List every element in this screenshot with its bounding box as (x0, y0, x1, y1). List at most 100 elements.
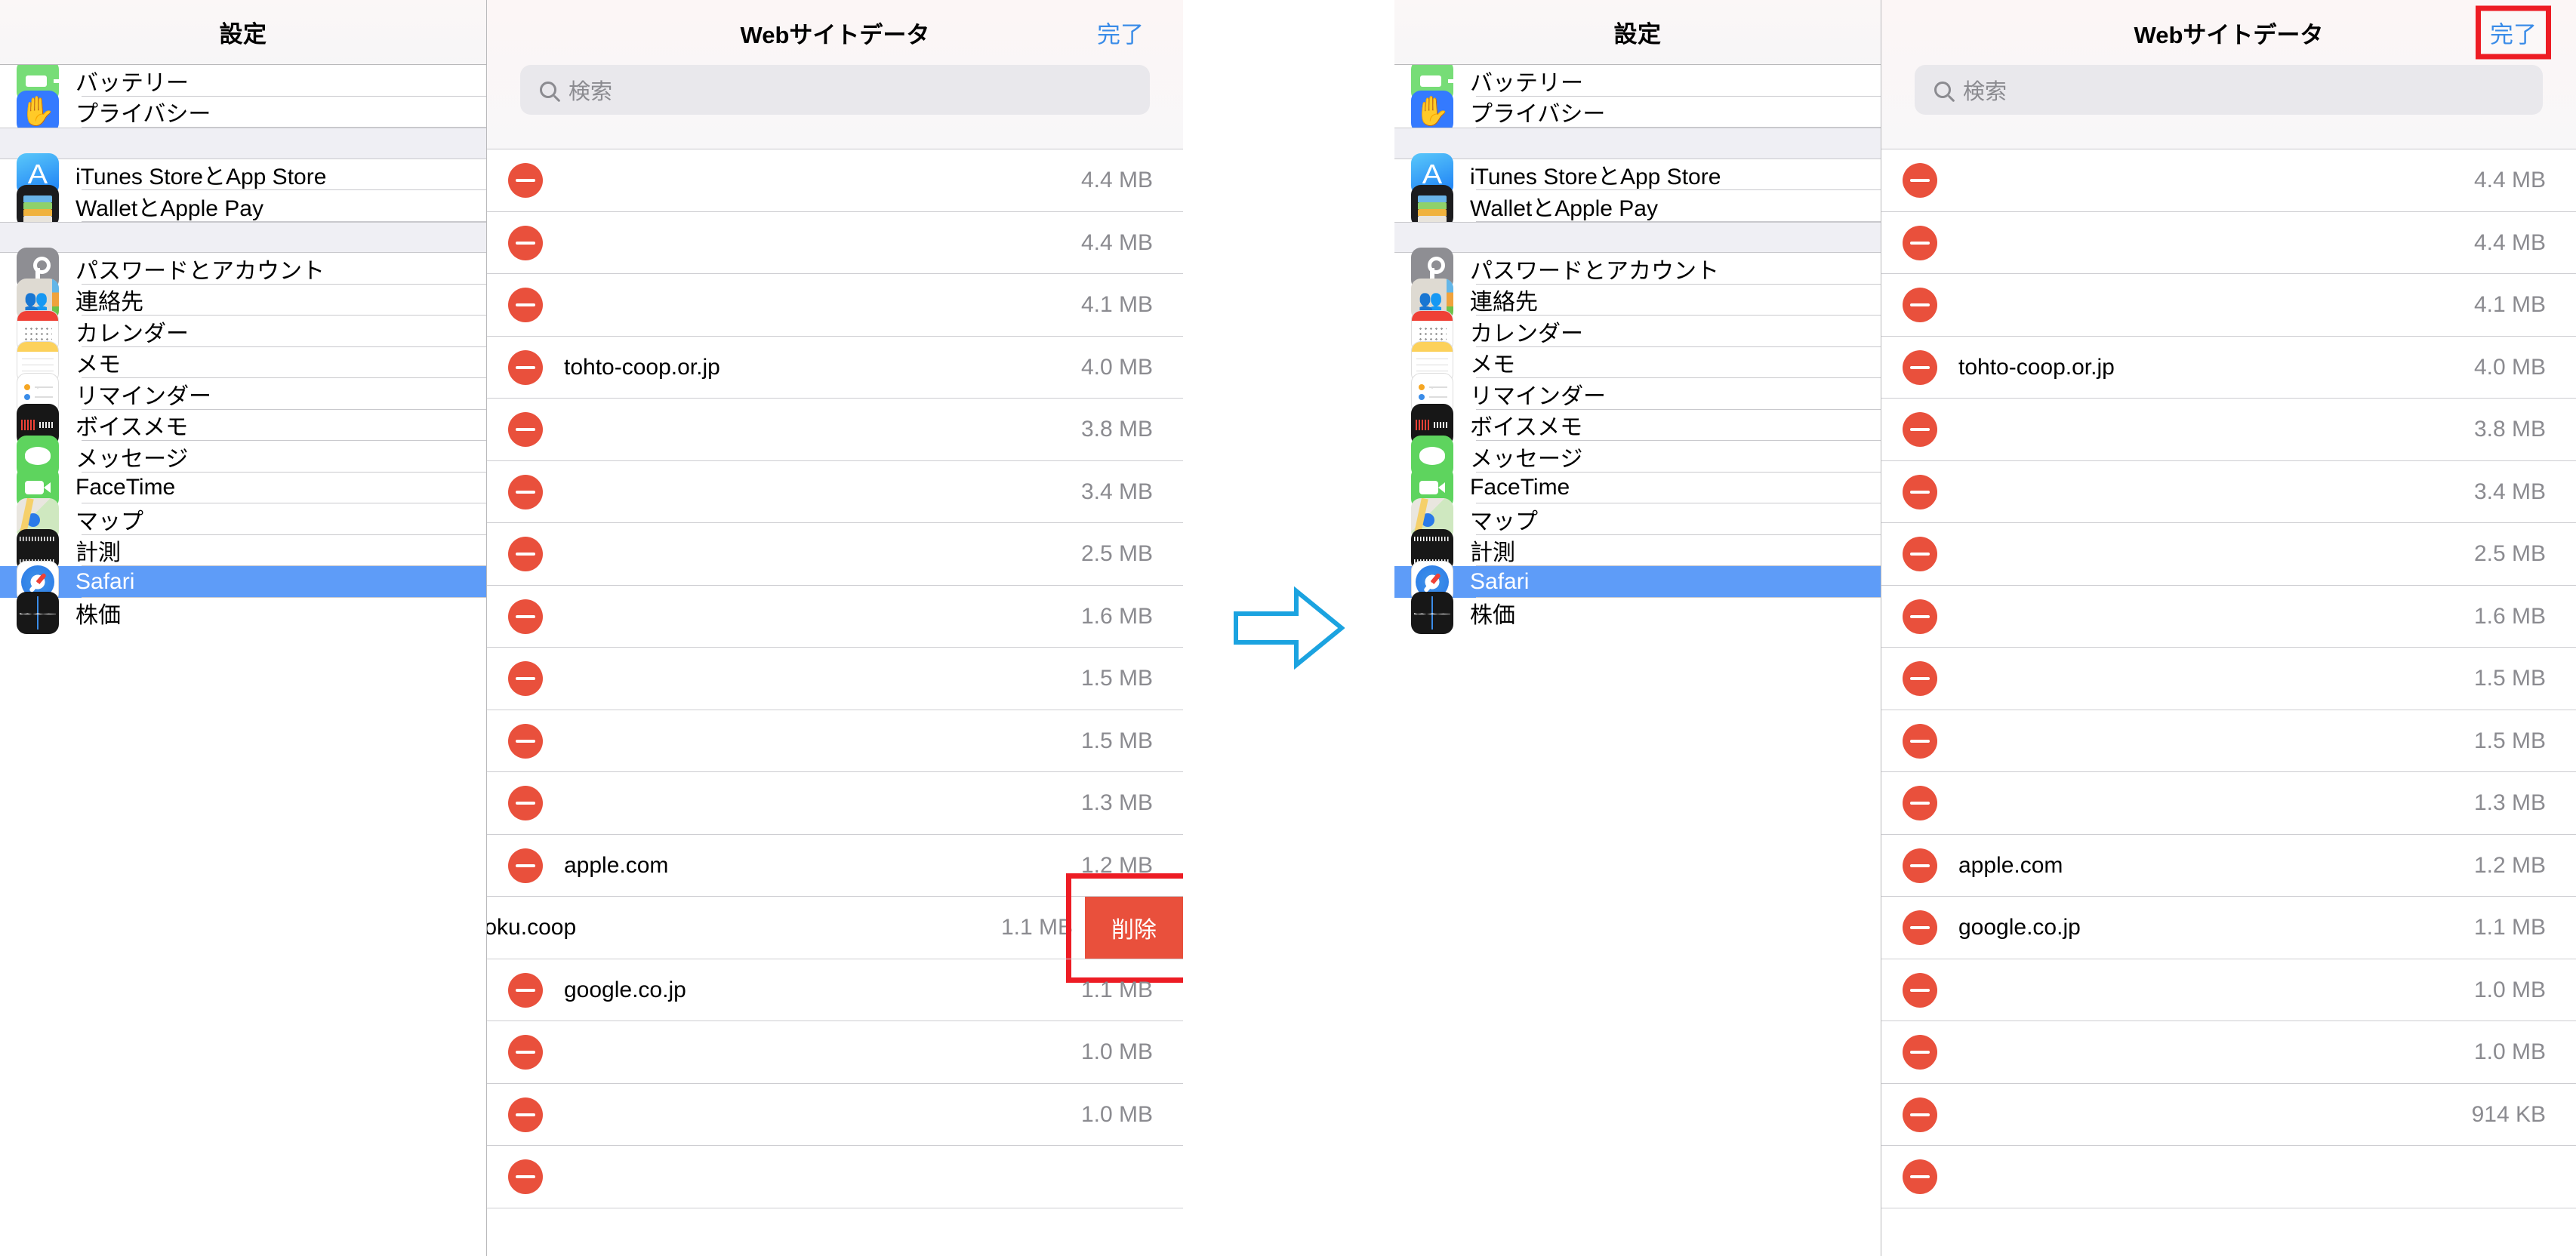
sidebar-item-safari[interactable]: Safari (0, 560, 486, 603)
remove-minus-icon[interactable] (1903, 661, 1937, 697)
website-data-row[interactable]: 4.1 MB (487, 274, 1183, 337)
sidebar-item-voice-memos[interactable]: ボイスメモ (0, 404, 486, 447)
remove-minus-icon[interactable] (1903, 1097, 1937, 1132)
remove-minus-icon[interactable] (1903, 349, 1937, 385)
website-data-row[interactable]: 1.3 MB (1881, 772, 2576, 835)
website-data-row[interactable]: 1.5 MB (487, 648, 1183, 710)
search-field[interactable]: 検索 (1915, 65, 2543, 115)
sidebar-item-notes[interactable]: メモ (1394, 341, 1881, 384)
remove-minus-icon[interactable] (508, 163, 543, 199)
remove-minus-icon[interactable] (508, 474, 543, 509)
sidebar-item-messages[interactable]: メッセージ (0, 435, 486, 478)
website-data-row[interactable]: 1.6 MB (487, 586, 1183, 648)
remove-minus-icon[interactable] (1903, 1035, 1937, 1070)
website-data-row[interactable]: google.co.jp 1.1 MB (487, 959, 1183, 1021)
sidebar-item-wallet[interactable]: WalletとApple Pay (0, 184, 486, 227)
sidebar-item-privacy-hand[interactable]: プライバシー (0, 91, 486, 134)
sidebar-item-facetime[interactable]: FaceTime (0, 466, 486, 509)
website-data-row[interactable]: 4.4 MB (1881, 149, 2576, 212)
remove-minus-icon[interactable] (1903, 288, 1937, 323)
remove-minus-icon[interactable] (508, 537, 543, 572)
website-data-row[interactable]: 4.4 MB (487, 212, 1183, 274)
remove-minus-icon[interactable] (1903, 412, 1937, 448)
website-data-row[interactable]: 4.4 MB (487, 149, 1183, 212)
remove-minus-icon[interactable] (508, 786, 543, 821)
sidebar-item-measure[interactable]: 計測 (1394, 529, 1881, 572)
sidebar-item-calendar[interactable]: カレンダー (0, 309, 486, 352)
website-data-row[interactable] (1881, 1146, 2576, 1208)
sidebar-item-measure[interactable]: 計測 (0, 529, 486, 572)
sidebar-item-stocks[interactable]: 株価 (1394, 592, 1881, 635)
website-data-row[interactable]: 3.8 MB (1881, 399, 2576, 461)
sidebar-item-wallet[interactable]: WalletとApple Pay (1394, 184, 1881, 227)
website-data-row[interactable]: 3.4 MB (487, 461, 1183, 523)
website-data-row[interactable]: 1.0 MB (487, 1084, 1183, 1146)
done-button[interactable]: 完了 (1088, 11, 1153, 54)
website-data-list-before[interactable]: 4.4 MB 4.4 MB 4.1 MB tohto-coop.or.jp 4.0 MB… (487, 149, 1183, 1256)
delete-button[interactable]: 削除 (1085, 897, 1183, 959)
remove-minus-icon[interactable] (508, 972, 543, 1008)
website-data-row[interactable]: 1.6 MB (1881, 586, 2576, 648)
website-data-row[interactable]: tohto-coop.or.jp 4.0 MB (487, 337, 1183, 399)
remove-minus-icon[interactable] (508, 1035, 543, 1070)
sidebar-item-maps[interactable]: マップ (0, 497, 486, 540)
remove-minus-icon[interactable] (1903, 225, 1937, 260)
search-field[interactable]: 検索 (520, 65, 1150, 115)
remove-minus-icon[interactable] (1903, 848, 1937, 883)
remove-minus-icon[interactable] (508, 1097, 543, 1132)
done-button[interactable]: 完了 (2476, 5, 2551, 60)
remove-minus-icon[interactable] (1903, 910, 1937, 946)
sidebar-item-contacts[interactable]: 連絡先 (0, 279, 486, 322)
sidebar-item-safari[interactable]: Safari (1394, 560, 1881, 603)
remove-minus-icon[interactable] (1903, 1159, 1937, 1195)
sidebar-item-stocks[interactable]: 株価 (0, 592, 486, 635)
website-data-row[interactable]: 1.5 MB (1881, 710, 2576, 772)
sidebar-item-app-store[interactable]: iTunes StoreとApp Store (0, 153, 486, 196)
sidebar-item-messages[interactable]: メッセージ (1394, 435, 1881, 478)
sidebar-item-privacy-hand[interactable]: プライバシー (1394, 91, 1881, 134)
remove-minus-icon[interactable] (508, 1159, 543, 1195)
website-data-row[interactable]: 2.5 MB (1881, 523, 2576, 586)
website-data-row[interactable]: apple.com 1.2 MB (487, 835, 1183, 897)
remove-minus-icon[interactable] (1903, 163, 1937, 199)
sidebar-item-facetime[interactable]: FaceTime (1394, 466, 1881, 509)
remove-minus-icon[interactable] (1903, 537, 1937, 572)
sidebar-item-contacts[interactable]: 連絡先 (1394, 279, 1881, 322)
website-data-row[interactable]: 1.0 MB (1881, 1021, 2576, 1084)
remove-minus-icon[interactable] (1903, 474, 1937, 509)
sidebar-item-notes[interactable]: メモ (0, 341, 486, 384)
website-data-row[interactable]: tohto-coop.or.jp 4.0 MB (1881, 337, 2576, 399)
remove-minus-icon[interactable] (508, 288, 543, 323)
website-data-row[interactable]: 3.4 MB (1881, 461, 2576, 523)
sidebar-item-battery[interactable]: バッテリー (0, 65, 486, 102)
remove-minus-icon[interactable] (1903, 972, 1937, 1008)
sidebar-item-reminders[interactable]: リマインダー (1394, 372, 1881, 415)
website-data-row[interactable]: 4.1 MB (1881, 274, 2576, 337)
remove-minus-icon[interactable] (508, 349, 543, 385)
sidebar-item-reminders[interactable]: リマインダー (0, 372, 486, 415)
remove-minus-icon[interactable] (508, 225, 543, 260)
remove-minus-icon[interactable] (1903, 599, 1937, 634)
sidebar-item-app-store[interactable]: iTunes StoreとApp Store (1394, 153, 1881, 196)
website-data-row[interactable]: google.co.jp 1.1 MB (1881, 897, 2576, 959)
website-data-row[interactable]: 4.4 MB (1881, 212, 2576, 274)
remove-minus-icon[interactable] (508, 412, 543, 448)
remove-minus-icon[interactable] (508, 848, 543, 883)
sidebar-item-voice-memos[interactable]: ボイスメモ (1394, 404, 1881, 447)
sidebar-item-battery[interactable]: バッテリー (1394, 65, 1881, 102)
website-data-row[interactable]: apple.com 1.2 MB (1881, 835, 2576, 897)
remove-minus-icon[interactable] (508, 723, 543, 759)
sidebar-item-key[interactable]: パスワードとアカウント (0, 247, 486, 290)
sidebar-item-calendar[interactable]: カレンダー (1394, 309, 1881, 352)
website-data-row[interactable]: 1.5 MB (487, 710, 1183, 772)
remove-minus-icon[interactable] (508, 599, 543, 634)
website-data-row[interactable]: 1.0 MB (487, 1021, 1183, 1084)
website-data-row[interactable]: 914 KB (1881, 1084, 2576, 1146)
website-data-row[interactable]: nchoku.coop 1.1 MB 削除 (487, 873, 1183, 983)
website-data-list-after[interactable]: 4.4 MB 4.4 MB 4.1 MB tohto-coop.or.jp 4.0 MB… (1881, 149, 2576, 1256)
remove-minus-icon[interactable] (1903, 723, 1937, 759)
remove-minus-icon[interactable] (508, 661, 543, 697)
sidebar-item-key[interactable]: パスワードとアカウント (1394, 247, 1881, 290)
website-data-row[interactable]: 1.0 MB (1881, 959, 2576, 1021)
sidebar-item-maps[interactable]: マップ (1394, 497, 1881, 540)
